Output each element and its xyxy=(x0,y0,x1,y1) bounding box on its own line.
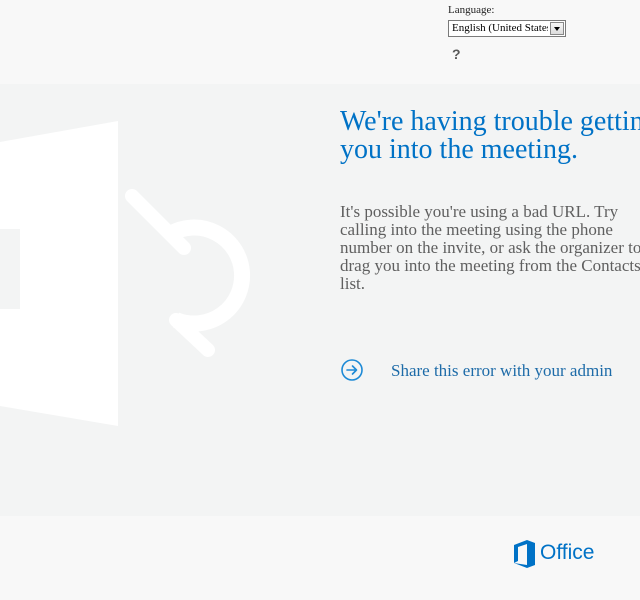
language-select[interactable]: English (United States) xyxy=(448,20,566,37)
error-description-line: It's possible you're using a bad URL. Tr… xyxy=(340,202,619,221)
office-logo-icon xyxy=(514,540,535,568)
chevron-down-icon[interactable] xyxy=(550,22,564,35)
office-wordmark: Office xyxy=(540,541,595,564)
error-description-line: list. xyxy=(340,274,366,293)
error-description-line: calling into the meeting using the phone xyxy=(340,220,613,239)
language-label: Language: xyxy=(448,4,495,16)
help-icon[interactable]: ? xyxy=(452,46,461,62)
error-description-line: number on the invite, or ask the organiz… xyxy=(340,238,640,257)
share-error-label: Share this error with your admin xyxy=(391,361,613,380)
error-description-line: drag you into the meeting from the Conta… xyxy=(340,256,640,275)
language-select-value: English (United States) xyxy=(452,22,548,34)
error-headline-line: We're having trouble getting xyxy=(340,106,640,137)
error-description: It's possible you're using a bad URL. Tr… xyxy=(340,203,640,293)
arrow-circle-right-icon xyxy=(341,359,363,381)
error-headline: We're having trouble getting you into th… xyxy=(340,108,640,164)
top-band xyxy=(0,0,640,84)
lync-logo-icon xyxy=(0,121,251,426)
error-headline-line: you into the meeting. xyxy=(340,134,578,165)
